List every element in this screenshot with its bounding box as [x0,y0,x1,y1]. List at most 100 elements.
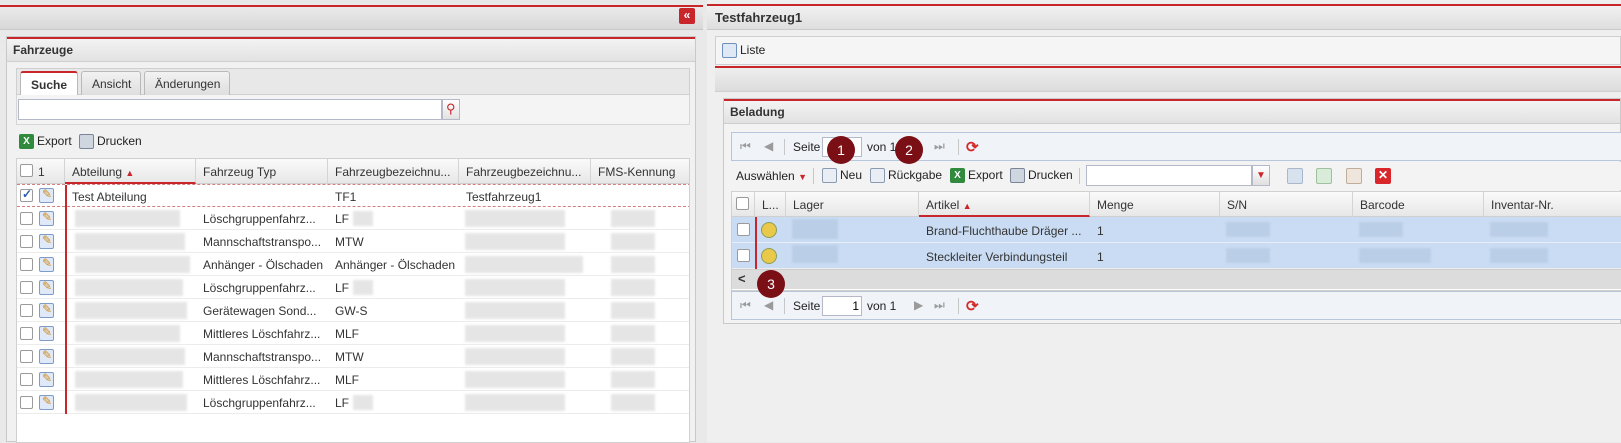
excel-icon: X [950,168,965,184]
save-icon[interactable] [1287,168,1303,184]
row-checkbox[interactable] [20,327,33,340]
col-fahrzeugbezeichnung-2[interactable]: Fahrzeugbezeichnu... [459,159,591,184]
edit-icon[interactable] [39,348,54,364]
edit-icon[interactable] [39,302,54,318]
edit-icon[interactable] [39,233,54,249]
row-checkbox[interactable] [20,187,33,202]
edit-icon[interactable] [39,325,54,341]
last-page-icon[interactable]: ⏭ [934,139,945,154]
horizontal-scrollbar[interactable]: < [732,269,1621,289]
prev-page-icon[interactable]: ◀ [764,298,773,312]
neu-button[interactable]: Neu [822,168,862,184]
table-row[interactable]: Anhänger - Ölschaden Anhänger - Ölschade… [17,253,689,276]
edit-icon[interactable] [39,279,54,295]
window-title: Testfahrzeug1 [715,10,803,25]
refresh-icon[interactable]: ⟳ [966,297,982,315]
row-checkbox[interactable] [737,249,750,262]
table-row[interactable]: Löschgruppenfahrz... LF [17,207,689,230]
first-page-icon[interactable]: ⏮ [740,139,751,154]
row-checkbox[interactable] [20,373,33,386]
liste-button[interactable]: Liste [722,43,765,59]
first-page-icon[interactable]: ⏮ [740,298,751,313]
select-all-checkbox[interactable] [20,164,33,177]
print-button[interactable]: Drucken [1010,168,1073,184]
col-menge[interactable]: Menge [1090,192,1220,217]
scroll-left-icon[interactable]: < [738,271,746,286]
edit-icon[interactable] [39,187,54,203]
row-checkbox[interactable] [20,350,33,363]
edit-icon[interactable] [39,394,54,410]
search-bar: ⚲ [16,95,690,125]
filter-combo[interactable] [1086,165,1252,186]
rueckgabe-button[interactable]: Rückgabe [870,168,942,184]
printer-icon [79,134,94,150]
table-row[interactable]: Mittleres Löschfahrz... MLF [17,368,689,391]
refresh-icon[interactable]: ⟳ [966,138,982,156]
table-row[interactable]: Mittleres Löschfahrz... MLF [17,322,689,345]
tab-ansicht[interactable]: Ansicht [81,71,141,95]
row-checkbox[interactable] [20,304,33,317]
edit-icon[interactable] [39,210,54,226]
search-icon: ⚲ [446,101,456,116]
transfer-icon[interactable] [1316,168,1332,184]
col-lager[interactable]: Lager [786,192,919,217]
col-inventar-nr[interactable]: Inventar-Nr. [1484,192,1621,217]
table-row[interactable]: Löschgruppenfahrz... LF [17,276,689,299]
row-checkbox[interactable] [20,396,33,409]
next-page-icon[interactable]: ▶ [914,298,923,312]
table-row[interactable]: Mannschaftstranspo... MTW [17,345,689,368]
beladung-panel: Beladung ⏮ ◀ Seite von 1 ▶ ⏭ ⟳ Auswählen… [723,98,1621,324]
edit-icon[interactable] [39,256,54,272]
last-page-icon[interactable]: ⏭ [934,298,945,313]
col-l[interactable]: L... [755,192,786,217]
table-row[interactable]: Gerätewagen Sond... GW-S [17,299,689,322]
stock-status-icon [761,248,777,264]
search-button[interactable]: ⚲ [442,99,460,120]
row-checkbox[interactable] [737,223,750,236]
stock-status-icon [761,222,777,238]
col-sn[interactable]: S/N [1220,192,1353,217]
col-artikel[interactable]: Artikel ▲ [919,192,1090,217]
edit-icon[interactable] [39,371,54,387]
dropdown-arrow-icon: ▼ [798,172,807,182]
tab-suche[interactable]: Suche [20,71,78,96]
select-all-header: 1 [17,159,65,184]
row-checkbox[interactable] [20,258,33,271]
sort-asc-icon: ▲ [962,201,972,211]
export-button[interactable]: X Export [19,134,72,150]
document-icon[interactable] [1346,168,1362,184]
combo-trigger-icon[interactable]: ▼ [1252,165,1270,186]
tab-aenderungen[interactable]: Änderungen [144,71,230,95]
row-checkbox[interactable] [20,281,33,294]
excel-icon: X [19,134,34,150]
beladung-title: Beladung [724,99,1620,124]
table-row[interactable]: Brand-Fluchthaube Dräger ... 1 [732,217,1621,243]
prev-page-icon[interactable]: ◀ [764,139,773,153]
table-row[interactable]: Löschgruppenfahrz... LF [17,391,689,414]
col-fms-kennung[interactable]: FMS-Kennung [591,159,689,184]
page-input[interactable] [822,296,862,316]
panel-title: Fahrzeuge [7,37,695,62]
col-abteilung[interactable]: Abteilung ▲ [65,159,196,184]
col-fahrzeug-typ[interactable]: Fahrzeug Typ [196,159,328,184]
col-barcode[interactable]: Barcode [1353,192,1484,217]
detail-spacer-bar [715,66,1621,92]
col-fahrzeugbezeichnung-1[interactable]: Fahrzeugbezeichnu... [328,159,459,184]
export-button[interactable]: X Export [950,168,1003,184]
row-checkbox[interactable] [20,235,33,248]
new-doc-icon [822,168,837,184]
tab-strip: Suche Ansicht Änderungen [16,68,690,96]
collapse-button[interactable]: « [679,8,695,24]
grid-header: L... Lager Artikel ▲ Menge S/N Barcode I… [732,192,1621,217]
auswaehlen-button[interactable]: Auswählen ▼ [736,169,807,183]
table-row[interactable]: Test Abteilung TF1 Testfahrzeug1 [17,184,689,208]
pager-bottom: ⏮ ◀ Seite von 1 ▶ ⏭ ⟳ [731,291,1621,320]
search-input[interactable] [18,99,442,120]
print-button[interactable]: Drucken [79,134,142,150]
select-all-checkbox[interactable] [736,197,749,210]
redacted-cell [75,210,180,227]
row-checkbox[interactable] [20,212,33,225]
table-row[interactable]: Steckleiter Verbindungsteil 1 [732,243,1621,269]
table-row[interactable]: Mannschaftstranspo... MTW [17,230,689,253]
delete-icon[interactable]: ✕ [1375,168,1391,184]
